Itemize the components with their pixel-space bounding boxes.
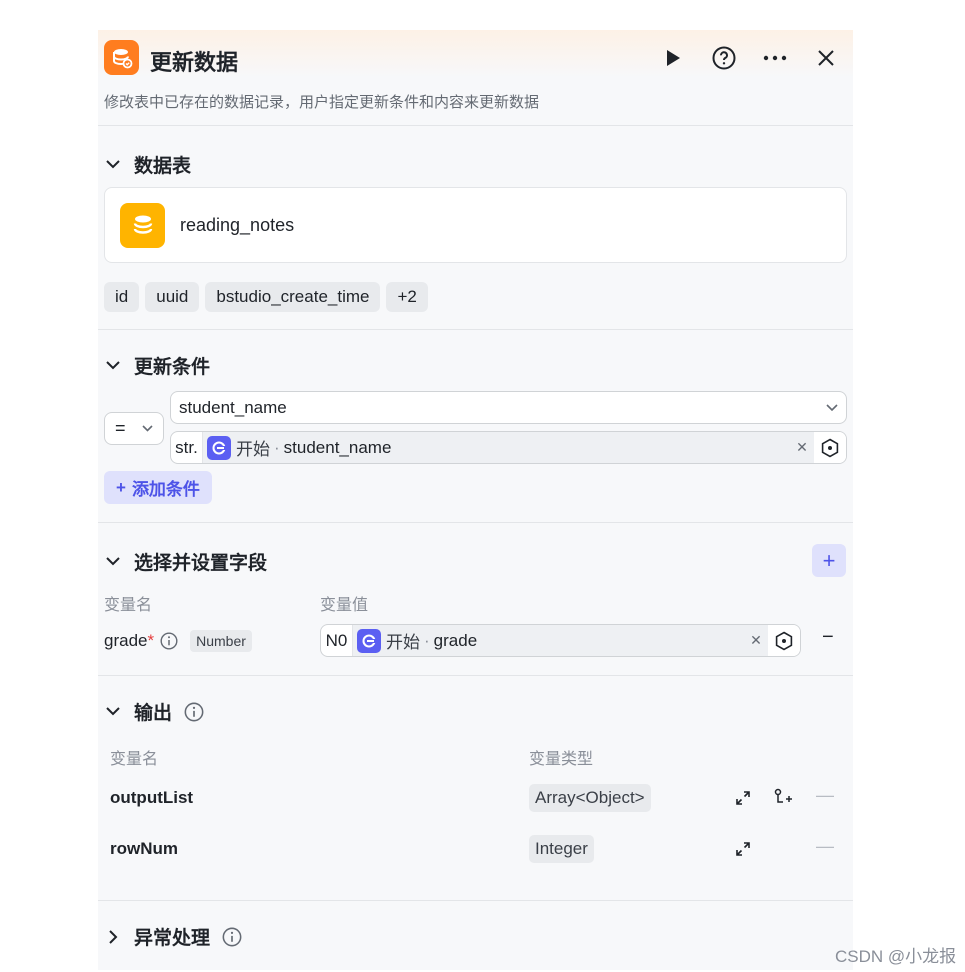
- number-type-icon: N0: [321, 625, 353, 656]
- info-icon: [160, 632, 178, 650]
- reference-separator: ·: [424, 630, 430, 650]
- clear-reference-icon[interactable]: ✕: [790, 432, 814, 463]
- operator-value: =: [115, 418, 126, 438]
- close-button[interactable]: [812, 44, 840, 72]
- reference-variable: student_name: [283, 437, 392, 457]
- remove-field-button[interactable]: −: [822, 626, 834, 649]
- reference-source: 开始: [386, 633, 420, 652]
- chevron-down-icon: [104, 553, 122, 571]
- output-section-title: 输出: [134, 703, 173, 724]
- help-button[interactable]: [710, 44, 738, 72]
- condition-section-title: 更新条件: [134, 357, 211, 378]
- field-tag: id: [104, 282, 140, 312]
- remove-output-button: —: [816, 785, 834, 805]
- column-header-type: 变量类型: [529, 751, 594, 768]
- info-icon: [222, 927, 242, 946]
- more-fields-tag[interactable]: +2: [386, 282, 428, 312]
- field-value-input[interactable]: N0 开始 · grade ✕: [320, 624, 801, 657]
- reference-variable: grade: [433, 630, 478, 650]
- field-name: grade: [104, 631, 148, 650]
- table-section-header[interactable]: 数据表: [104, 151, 191, 178]
- add-condition-button[interactable]: + 添加条件: [104, 471, 212, 504]
- variable-picker-icon[interactable]: [814, 432, 846, 463]
- table-card[interactable]: reading_notes: [104, 187, 847, 263]
- operator-select[interactable]: =: [104, 412, 164, 445]
- reference-separator: ·: [274, 437, 280, 457]
- node-config-panel: 更新数据 修改表中已存在的数据记录，用户指定更新条件和内容来更新数据 数据表 r…: [98, 30, 853, 970]
- info-icon: [184, 702, 204, 721]
- condition-section-header[interactable]: 更新条件: [104, 352, 210, 379]
- close-icon: [818, 50, 834, 66]
- output-variable-name: outputList: [110, 788, 194, 807]
- start-node-icon: [357, 628, 381, 653]
- required-marker: *: [147, 631, 155, 650]
- start-node-icon: [207, 435, 231, 460]
- table-field-tags: id uuid bstudio_create_time +2: [104, 282, 428, 312]
- chevron-down-icon: [104, 703, 122, 721]
- plus-icon: +: [116, 477, 126, 497]
- variable-picker-icon[interactable]: [768, 625, 800, 656]
- database-icon: [120, 203, 165, 248]
- play-icon: [667, 50, 680, 66]
- condition-field-select[interactable]: student_name: [170, 391, 847, 424]
- fields-section-title: 选择并设置字段: [134, 553, 268, 574]
- field-tag: bstudio_create_time: [205, 282, 381, 312]
- watermark: CSDN @小龙报: [835, 947, 957, 966]
- column-header-value: 变量值: [320, 597, 369, 614]
- output-section-header[interactable]: 输出: [104, 698, 204, 725]
- chevron-down-icon: [104, 156, 122, 174]
- field-type-tag: Number: [190, 630, 252, 652]
- output-variable-name: rowNum: [110, 839, 178, 858]
- condition-value-input[interactable]: str. 开始 · student_name ✕: [170, 431, 847, 464]
- table-name: reading_notes: [180, 215, 295, 235]
- chevron-down-icon: [826, 404, 838, 411]
- chevron-right-icon: [104, 928, 122, 946]
- output-variable-type: Integer: [529, 835, 594, 863]
- column-header-name: 变量名: [110, 751, 159, 768]
- add-condition-label: 添加条件: [131, 480, 200, 499]
- condition-field-value: student_name: [179, 397, 287, 417]
- reference-source: 开始: [236, 440, 270, 459]
- output-variable-type: Array<Object>: [529, 784, 651, 812]
- add-child-icon[interactable]: [772, 787, 794, 809]
- node-title: 更新数据: [150, 50, 239, 75]
- more-icon: [763, 55, 787, 61]
- chevron-down-icon: [142, 425, 153, 432]
- help-icon: [712, 46, 736, 70]
- panel-header: 更新数据 修改表中已存在的数据记录，用户指定更新条件和内容来更新数据: [98, 30, 853, 126]
- fields-section-header[interactable]: 选择并设置字段: [104, 548, 267, 575]
- column-header-name: 变量名: [104, 597, 153, 614]
- variable-reference[interactable]: 开始 · student_name: [203, 432, 790, 463]
- string-type-icon: str.: [171, 432, 203, 463]
- remove-output-button: —: [816, 836, 834, 856]
- exception-section-title: 异常处理: [134, 928, 211, 949]
- more-button[interactable]: [761, 44, 789, 72]
- clear-reference-icon[interactable]: ✕: [744, 625, 768, 656]
- database-icon: [104, 40, 139, 75]
- expand-icon[interactable]: [732, 787, 754, 809]
- run-button[interactable]: [659, 44, 687, 72]
- plus-icon: +: [822, 547, 836, 573]
- field-row-label: grade* Number: [104, 630, 252, 652]
- exception-section-header[interactable]: 异常处理: [104, 923, 242, 950]
- field-tag: uuid: [145, 282, 200, 312]
- variable-reference[interactable]: 开始 · grade: [353, 625, 744, 656]
- table-section-title: 数据表: [134, 156, 192, 177]
- add-field-button[interactable]: +: [812, 544, 846, 577]
- chevron-down-icon: [104, 357, 122, 375]
- node-description: 修改表中已存在的数据记录，用户指定更新条件和内容来更新数据: [104, 94, 540, 111]
- expand-icon[interactable]: [732, 838, 754, 860]
